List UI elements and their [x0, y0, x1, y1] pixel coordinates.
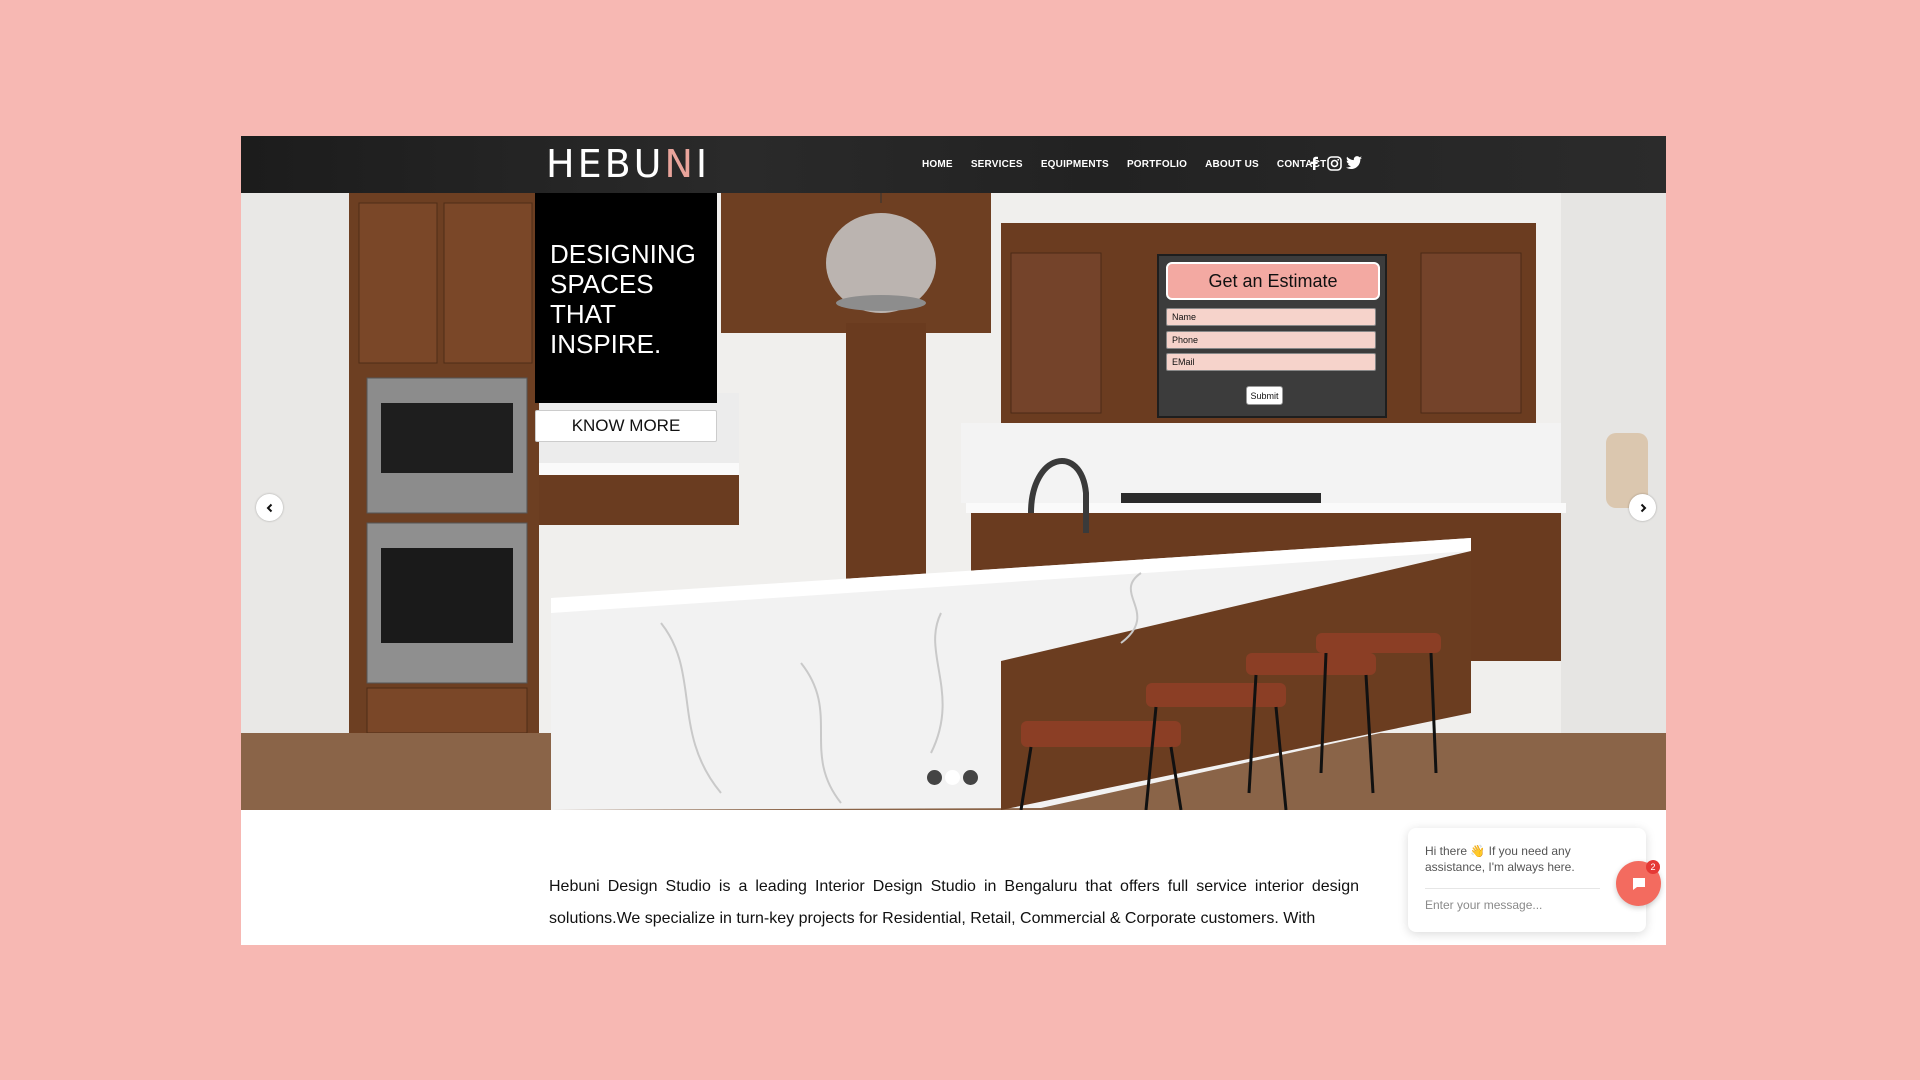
- nav-about-us[interactable]: ABOUT US: [1196, 159, 1268, 170]
- estimate-form: Get an Estimate Name Phone EMail Submit: [1157, 254, 1387, 418]
- slide-dot[interactable]: [927, 770, 942, 785]
- phone-field[interactable]: Phone: [1166, 331, 1376, 349]
- nav-portfolio[interactable]: PORTFOLIO: [1118, 159, 1196, 170]
- tagline-line: THAT: [550, 299, 616, 329]
- twitter-icon[interactable]: [1346, 155, 1362, 171]
- nav-services[interactable]: SERVICES: [962, 159, 1032, 170]
- chat-badge: 2: [1646, 860, 1660, 874]
- main-nav: HOME SERVICES EQUIPMENTS PORTFOLIO ABOUT…: [913, 136, 1335, 193]
- chevron-left-icon: [266, 503, 272, 512]
- know-more-button[interactable]: KNOW MORE: [535, 410, 717, 442]
- slide-dot[interactable]: [963, 770, 978, 785]
- logo[interactable]: HEBUNI: [546, 142, 710, 186]
- slide-indicators: [927, 770, 978, 785]
- tagline-box: DESIGNING SPACES THAT INSPIRE.: [535, 193, 717, 403]
- slide-dot[interactable]: [945, 770, 960, 785]
- social-links: [1306, 155, 1362, 171]
- website-frame: HEBUNI HOME SERVICES EQUIPMENTS PORTFOLI…: [241, 136, 1666, 945]
- submit-button[interactable]: Submit: [1246, 386, 1283, 405]
- logo-text: HEBU: [546, 142, 665, 186]
- chat-widget: Hi there 👋 If you need any assistance, I…: [1408, 828, 1646, 932]
- email-field[interactable]: EMail: [1166, 353, 1376, 371]
- tagline-line: INSPIRE.: [550, 329, 662, 359]
- name-field[interactable]: Name: [1166, 308, 1376, 326]
- about-text: Hebuni Design Studio is a leading Interi…: [549, 878, 1359, 927]
- estimate-title: Get an Estimate: [1166, 262, 1380, 300]
- hero-tagline: DESIGNING SPACES THAT INSPIRE.: [550, 239, 715, 359]
- next-slide-button[interactable]: [1629, 494, 1656, 521]
- logo-accent: N: [664, 142, 696, 186]
- chat-icon: [1632, 877, 1645, 890]
- instagram-icon[interactable]: [1326, 155, 1342, 171]
- kitchen-hero-image: [241, 193, 1666, 810]
- tagline-line: DESIGNING: [550, 239, 696, 269]
- chat-greeting: Hi there 👋 If you need any assistance, I…: [1425, 844, 1575, 874]
- logo-text-end: I: [695, 142, 711, 186]
- nav-equipments[interactable]: EQUIPMENTS: [1032, 159, 1118, 170]
- nav-home[interactable]: HOME: [913, 159, 962, 170]
- prev-slide-button[interactable]: [256, 494, 283, 521]
- facebook-icon[interactable]: [1306, 155, 1322, 171]
- hero-slider: DESIGNING SPACES THAT INSPIRE. KNOW MORE…: [241, 193, 1666, 810]
- chat-divider: [1425, 888, 1600, 889]
- chevron-right-icon: [1640, 503, 1646, 512]
- site-header: HEBUNI HOME SERVICES EQUIPMENTS PORTFOLI…: [241, 136, 1666, 193]
- tagline-line: SPACES: [550, 269, 654, 299]
- chat-message-input[interactable]: Enter your message...: [1425, 898, 1595, 912]
